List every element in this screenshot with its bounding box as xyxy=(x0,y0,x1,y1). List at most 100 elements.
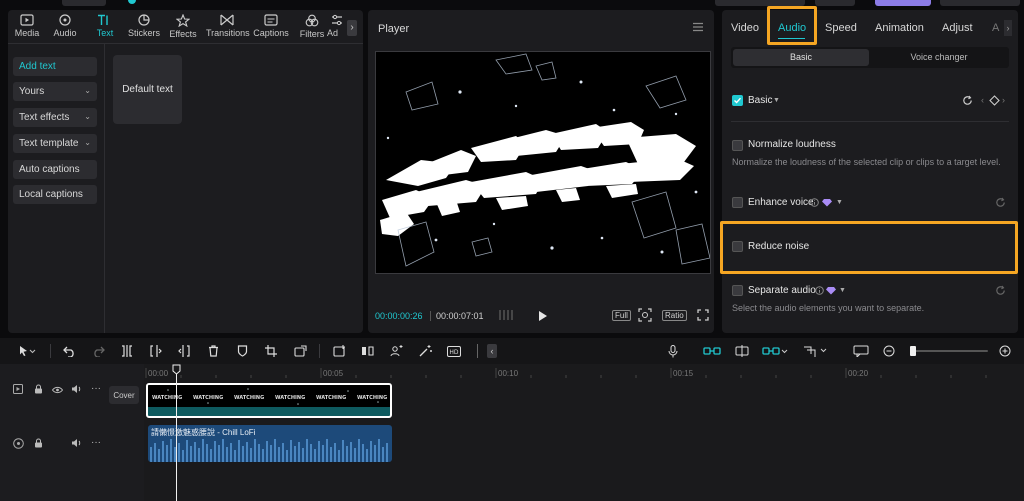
sidebar-item-label: Yours xyxy=(19,86,45,97)
lock-icon[interactable] xyxy=(34,384,43,397)
tab-effects[interactable]: Effects xyxy=(162,14,204,39)
tabs-scroll-right-button[interactable]: › xyxy=(347,20,357,36)
tab-more[interactable]: A xyxy=(992,22,999,34)
remove-bg-button[interactable] xyxy=(387,341,405,361)
zoom-in-button[interactable] xyxy=(996,341,1014,361)
freeze-button[interactable] xyxy=(330,341,348,361)
zoom-slider-track[interactable] xyxy=(912,350,988,352)
tab-animation[interactable]: Animation xyxy=(875,22,924,34)
split-left-icon xyxy=(150,345,162,357)
tab-speed[interactable]: Speed xyxy=(825,22,857,34)
play-button[interactable] xyxy=(538,310,548,325)
mirror-button[interactable] xyxy=(358,341,376,361)
sidebar-item-auto-captions[interactable]: Auto captions xyxy=(13,160,97,179)
video-clip[interactable]: WATCHING WATCHING WATCHING WATCHING WATC… xyxy=(146,383,392,418)
basic-checkbox[interactable] xyxy=(732,95,743,106)
main-track-magnet-button[interactable] xyxy=(701,341,723,361)
tab-video[interactable]: Video xyxy=(731,22,759,34)
reset-icon[interactable] xyxy=(962,95,973,109)
snap-button[interactable] xyxy=(800,341,830,361)
split-button[interactable] xyxy=(118,341,136,361)
delete-button[interactable] xyxy=(204,341,222,361)
audio-clip[interactable]: 請懶憬激魅惑腰說 - Chill LoFi xyxy=(148,425,392,462)
hd-button[interactable]: HD xyxy=(445,341,463,361)
volume-icon[interactable] xyxy=(71,438,82,451)
sidebar-item-text-effects[interactable]: Text effects ⌄ xyxy=(13,108,97,127)
tab-captions[interactable]: Captions xyxy=(250,14,292,38)
sidebar-item-text-template[interactable]: Text template ⌄ xyxy=(13,134,97,153)
lock-icon[interactable] xyxy=(34,438,43,451)
timeline-frames-icon[interactable] xyxy=(498,309,514,324)
tab-text[interactable]: Text xyxy=(84,14,126,38)
magic-wand-button[interactable] xyxy=(416,341,434,361)
enhance-voice-label: Enhance voice xyxy=(748,197,814,208)
crop-button[interactable] xyxy=(262,341,280,361)
player-menu-icon[interactable] xyxy=(692,22,704,32)
tab-stickers[interactable]: Stickers xyxy=(123,14,165,38)
info-icon[interactable] xyxy=(810,198,819,210)
enhance-voice-checkbox[interactable] xyxy=(732,197,743,208)
full-button[interactable]: Full xyxy=(612,310,631,321)
cover-button[interactable]: Cover xyxy=(109,386,139,404)
reset-icon[interactable] xyxy=(995,285,1006,299)
keyframe-icon[interactable] xyxy=(989,95,1000,109)
eye-icon[interactable] xyxy=(51,385,64,397)
more-icon[interactable]: ··· xyxy=(91,437,101,448)
tab-audio[interactable]: Audio xyxy=(44,14,86,38)
preview-axis-button[interactable] xyxy=(731,341,753,361)
linkage-icon xyxy=(762,347,788,355)
subtab-basic[interactable]: Basic xyxy=(733,49,869,66)
volume-icon[interactable] xyxy=(71,384,82,397)
tab-adjust[interactable]: Ad xyxy=(327,14,347,38)
preview-settings-button[interactable] xyxy=(850,341,872,361)
linkage-button[interactable] xyxy=(760,341,790,361)
playhead-handle[interactable] xyxy=(172,364,181,378)
microphone-button[interactable] xyxy=(664,341,682,361)
inspector-tabs-scroll-icon[interactable]: › xyxy=(1004,20,1012,36)
chevron-down-icon[interactable]: ▼ xyxy=(836,199,843,206)
chevron-down-icon[interactable]: ▼ xyxy=(773,97,780,104)
undo-button[interactable] xyxy=(60,341,78,361)
cursor-icon xyxy=(20,346,36,356)
tab-transitions[interactable]: Transitions xyxy=(206,14,250,38)
chevron-down-icon: ⌄ xyxy=(84,86,91,95)
sidebar-item-yours[interactable]: Yours ⌄ xyxy=(13,82,97,101)
reset-icon[interactable] xyxy=(995,197,1006,211)
tab-label: Ad xyxy=(327,28,339,38)
info-icon[interactable] xyxy=(815,286,824,298)
zoom-out-button[interactable] xyxy=(880,341,898,361)
separate-audio-checkbox[interactable] xyxy=(732,285,743,296)
toolbar-collapse-button[interactable]: ‹ xyxy=(487,344,497,358)
keyframe-next-icon[interactable]: › xyxy=(1002,95,1005,105)
focus-icon[interactable] xyxy=(638,308,652,325)
subtab-voice-changer[interactable]: Voice changer xyxy=(871,49,1007,66)
default-text-card[interactable]: Default text xyxy=(113,55,182,124)
sidebar-item-label: Auto captions xyxy=(19,164,80,175)
time-ruler[interactable] xyxy=(144,364,1024,380)
pro-gem-icon xyxy=(822,198,832,210)
zoom-slider-handle[interactable] xyxy=(910,346,916,356)
fullscreen-icon[interactable] xyxy=(697,309,709,324)
tab-adjust-inspector[interactable]: Adjust xyxy=(942,22,973,34)
chevron-down-icon[interactable]: ▼ xyxy=(839,287,846,294)
tab-label: Captions xyxy=(253,28,289,38)
sidebar-item-local-captions[interactable]: Local captions xyxy=(13,185,97,204)
redo-icon xyxy=(93,346,105,357)
ratio-button[interactable]: Ratio xyxy=(662,310,687,321)
split-right-button[interactable] xyxy=(175,341,193,361)
tab-label: Transitions xyxy=(206,28,250,38)
shattered-glass-text-frame xyxy=(380,53,710,267)
select-tool-button[interactable] xyxy=(12,341,42,361)
redo-button[interactable] xyxy=(89,341,107,361)
video-preview[interactable] xyxy=(375,51,711,274)
mask-button[interactable] xyxy=(233,341,251,361)
keyframe-prev-icon[interactable]: ‹ xyxy=(981,95,984,105)
more-icon[interactable]: ··· xyxy=(91,383,101,394)
sidebar-item-add-text[interactable]: Add text xyxy=(13,57,97,76)
top-bar-fragment xyxy=(715,0,805,6)
tab-media[interactable]: Media xyxy=(6,14,48,38)
normalize-checkbox[interactable] xyxy=(732,140,743,151)
split-left-button[interactable] xyxy=(147,341,165,361)
playhead-line[interactable] xyxy=(176,370,177,501)
auto-reframe-button[interactable] xyxy=(291,341,309,361)
